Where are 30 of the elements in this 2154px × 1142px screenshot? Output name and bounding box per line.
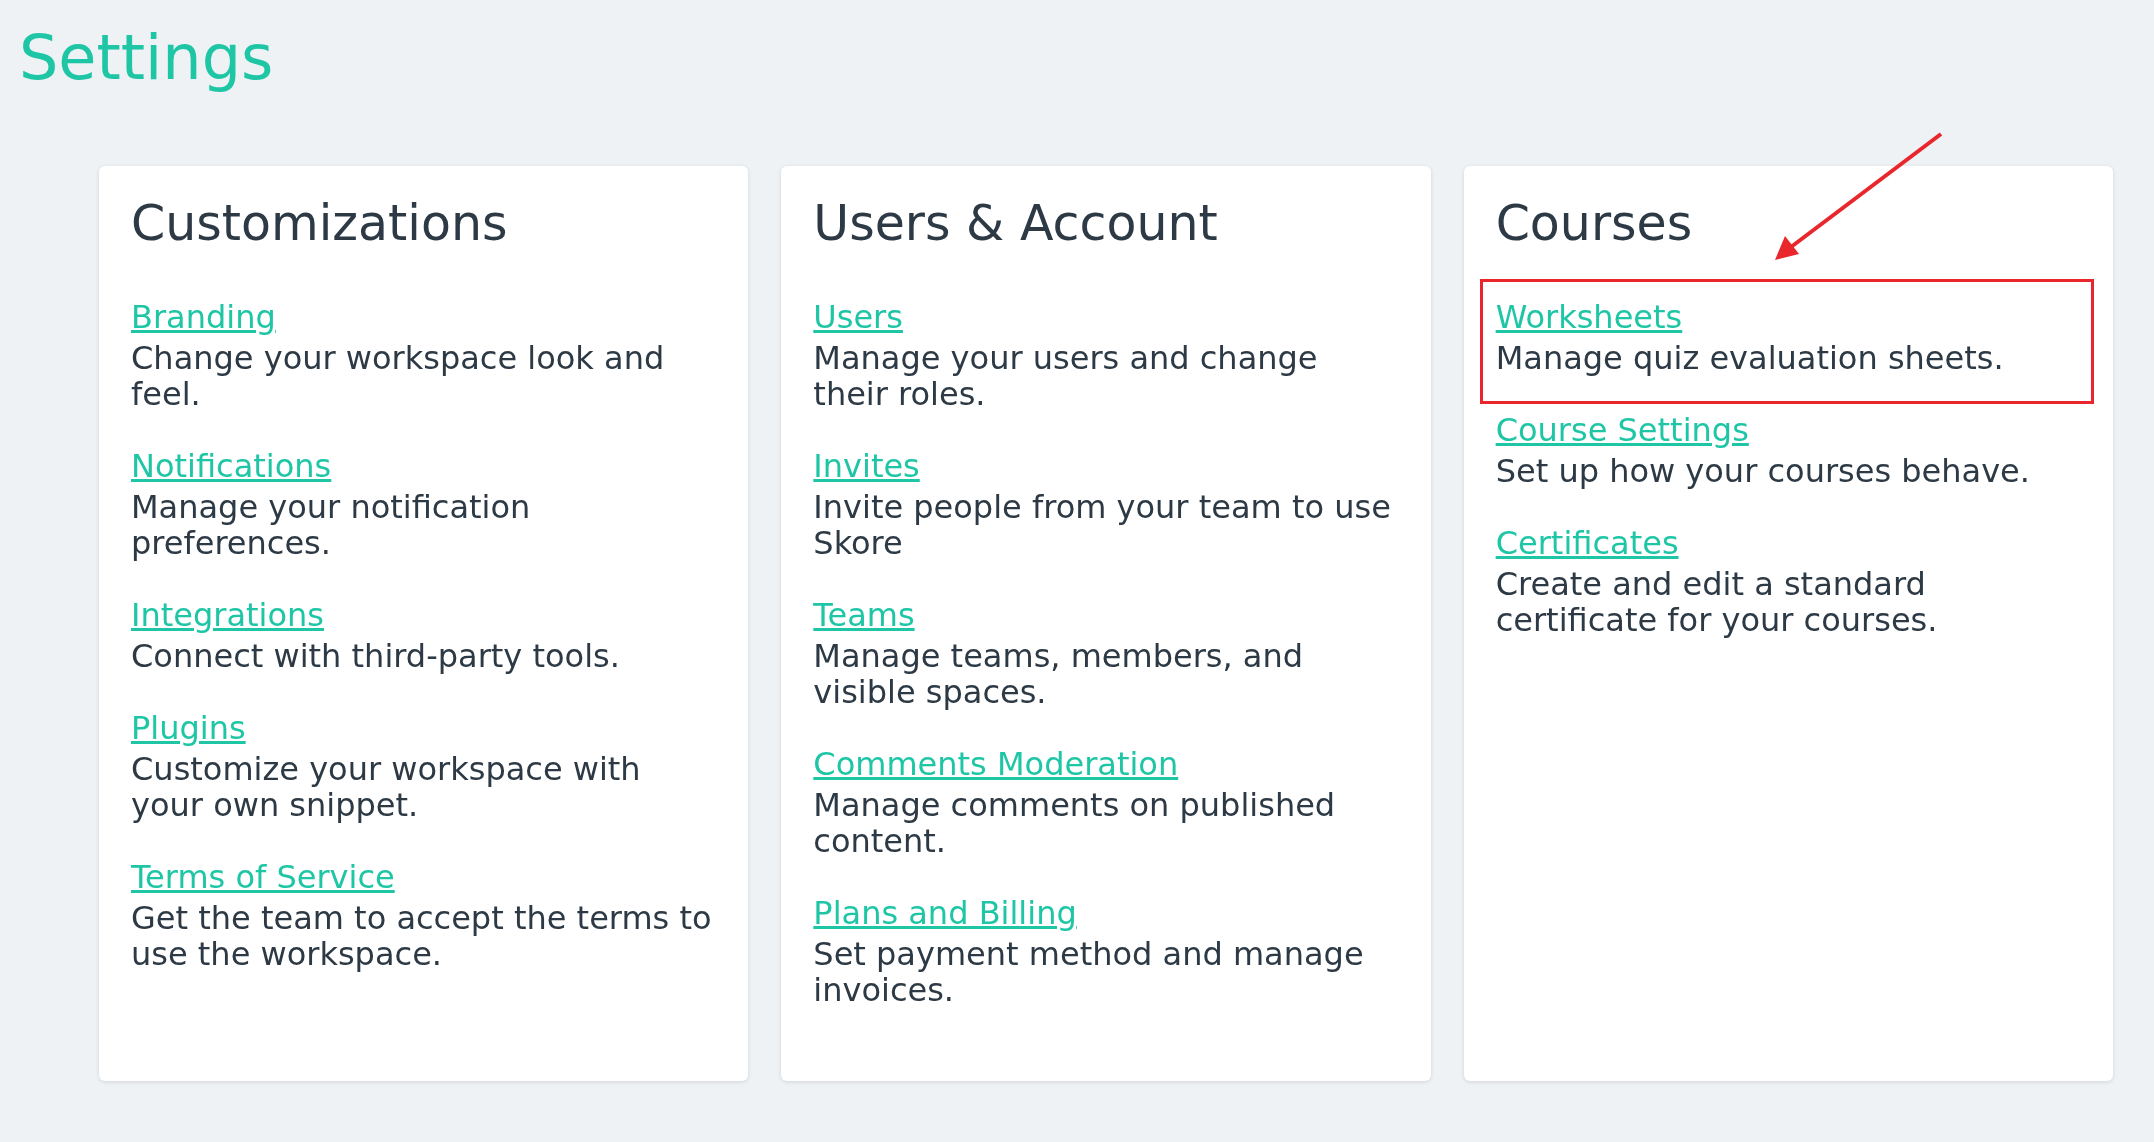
link-description: Manage your notification preferences. — [131, 489, 532, 561]
link-description: Set up how your courses behave. — [1495, 453, 2031, 489]
settings-link[interactable]: Terms of Service — [131, 854, 395, 900]
settings-link[interactable]: Certificates — [1495, 520, 1679, 566]
link-description: Invite people from your team to use Skore — [813, 489, 1392, 561]
settings-link[interactable]: Course Settings — [1495, 407, 1749, 453]
link-description: Get the team to accept the terms to use the workspace. — [131, 900, 713, 972]
settings-link[interactable]: Integrations — [131, 592, 324, 638]
link-description: Customize your workspace with your own snippet. — [131, 751, 642, 823]
page-title: Settings — [19, 20, 274, 96]
settings-link[interactable]: Teams — [813, 592, 915, 638]
settings-link[interactable]: Invites — [813, 443, 920, 489]
link-description: Connect with third-party tools. — [131, 638, 621, 674]
settings-link[interactable]: Plugins — [131, 705, 246, 751]
link-description: Change your workspace look and feel. — [131, 340, 666, 412]
settings-link[interactable]: Worksheets — [1495, 294, 1683, 340]
card-heading: Customizations — [131, 194, 508, 254]
link-description: Manage comments on published content. — [813, 787, 1337, 859]
link-description: Manage teams, members, and visible spaces. — [813, 638, 1305, 710]
link-description: Set payment method and manage invoices. — [813, 936, 1365, 1008]
settings-link[interactable]: Branding — [131, 294, 276, 340]
link-description: Manage quiz evaluation sheets. — [1495, 340, 2005, 376]
settings-link[interactable]: Comments Moderation — [813, 741, 1179, 787]
link-description: Create and edit a standard certificate for your courses. — [1495, 566, 1939, 638]
settings-link[interactable]: Users — [813, 294, 903, 340]
card-heading: Courses — [1495, 194, 1693, 254]
card-heading: Users & Account — [813, 194, 1218, 254]
settings-link[interactable]: Plans and Billing — [813, 890, 1077, 936]
link-description: Manage your users and change their roles. — [813, 340, 1319, 412]
settings-link[interactable]: Notifications — [131, 443, 332, 489]
